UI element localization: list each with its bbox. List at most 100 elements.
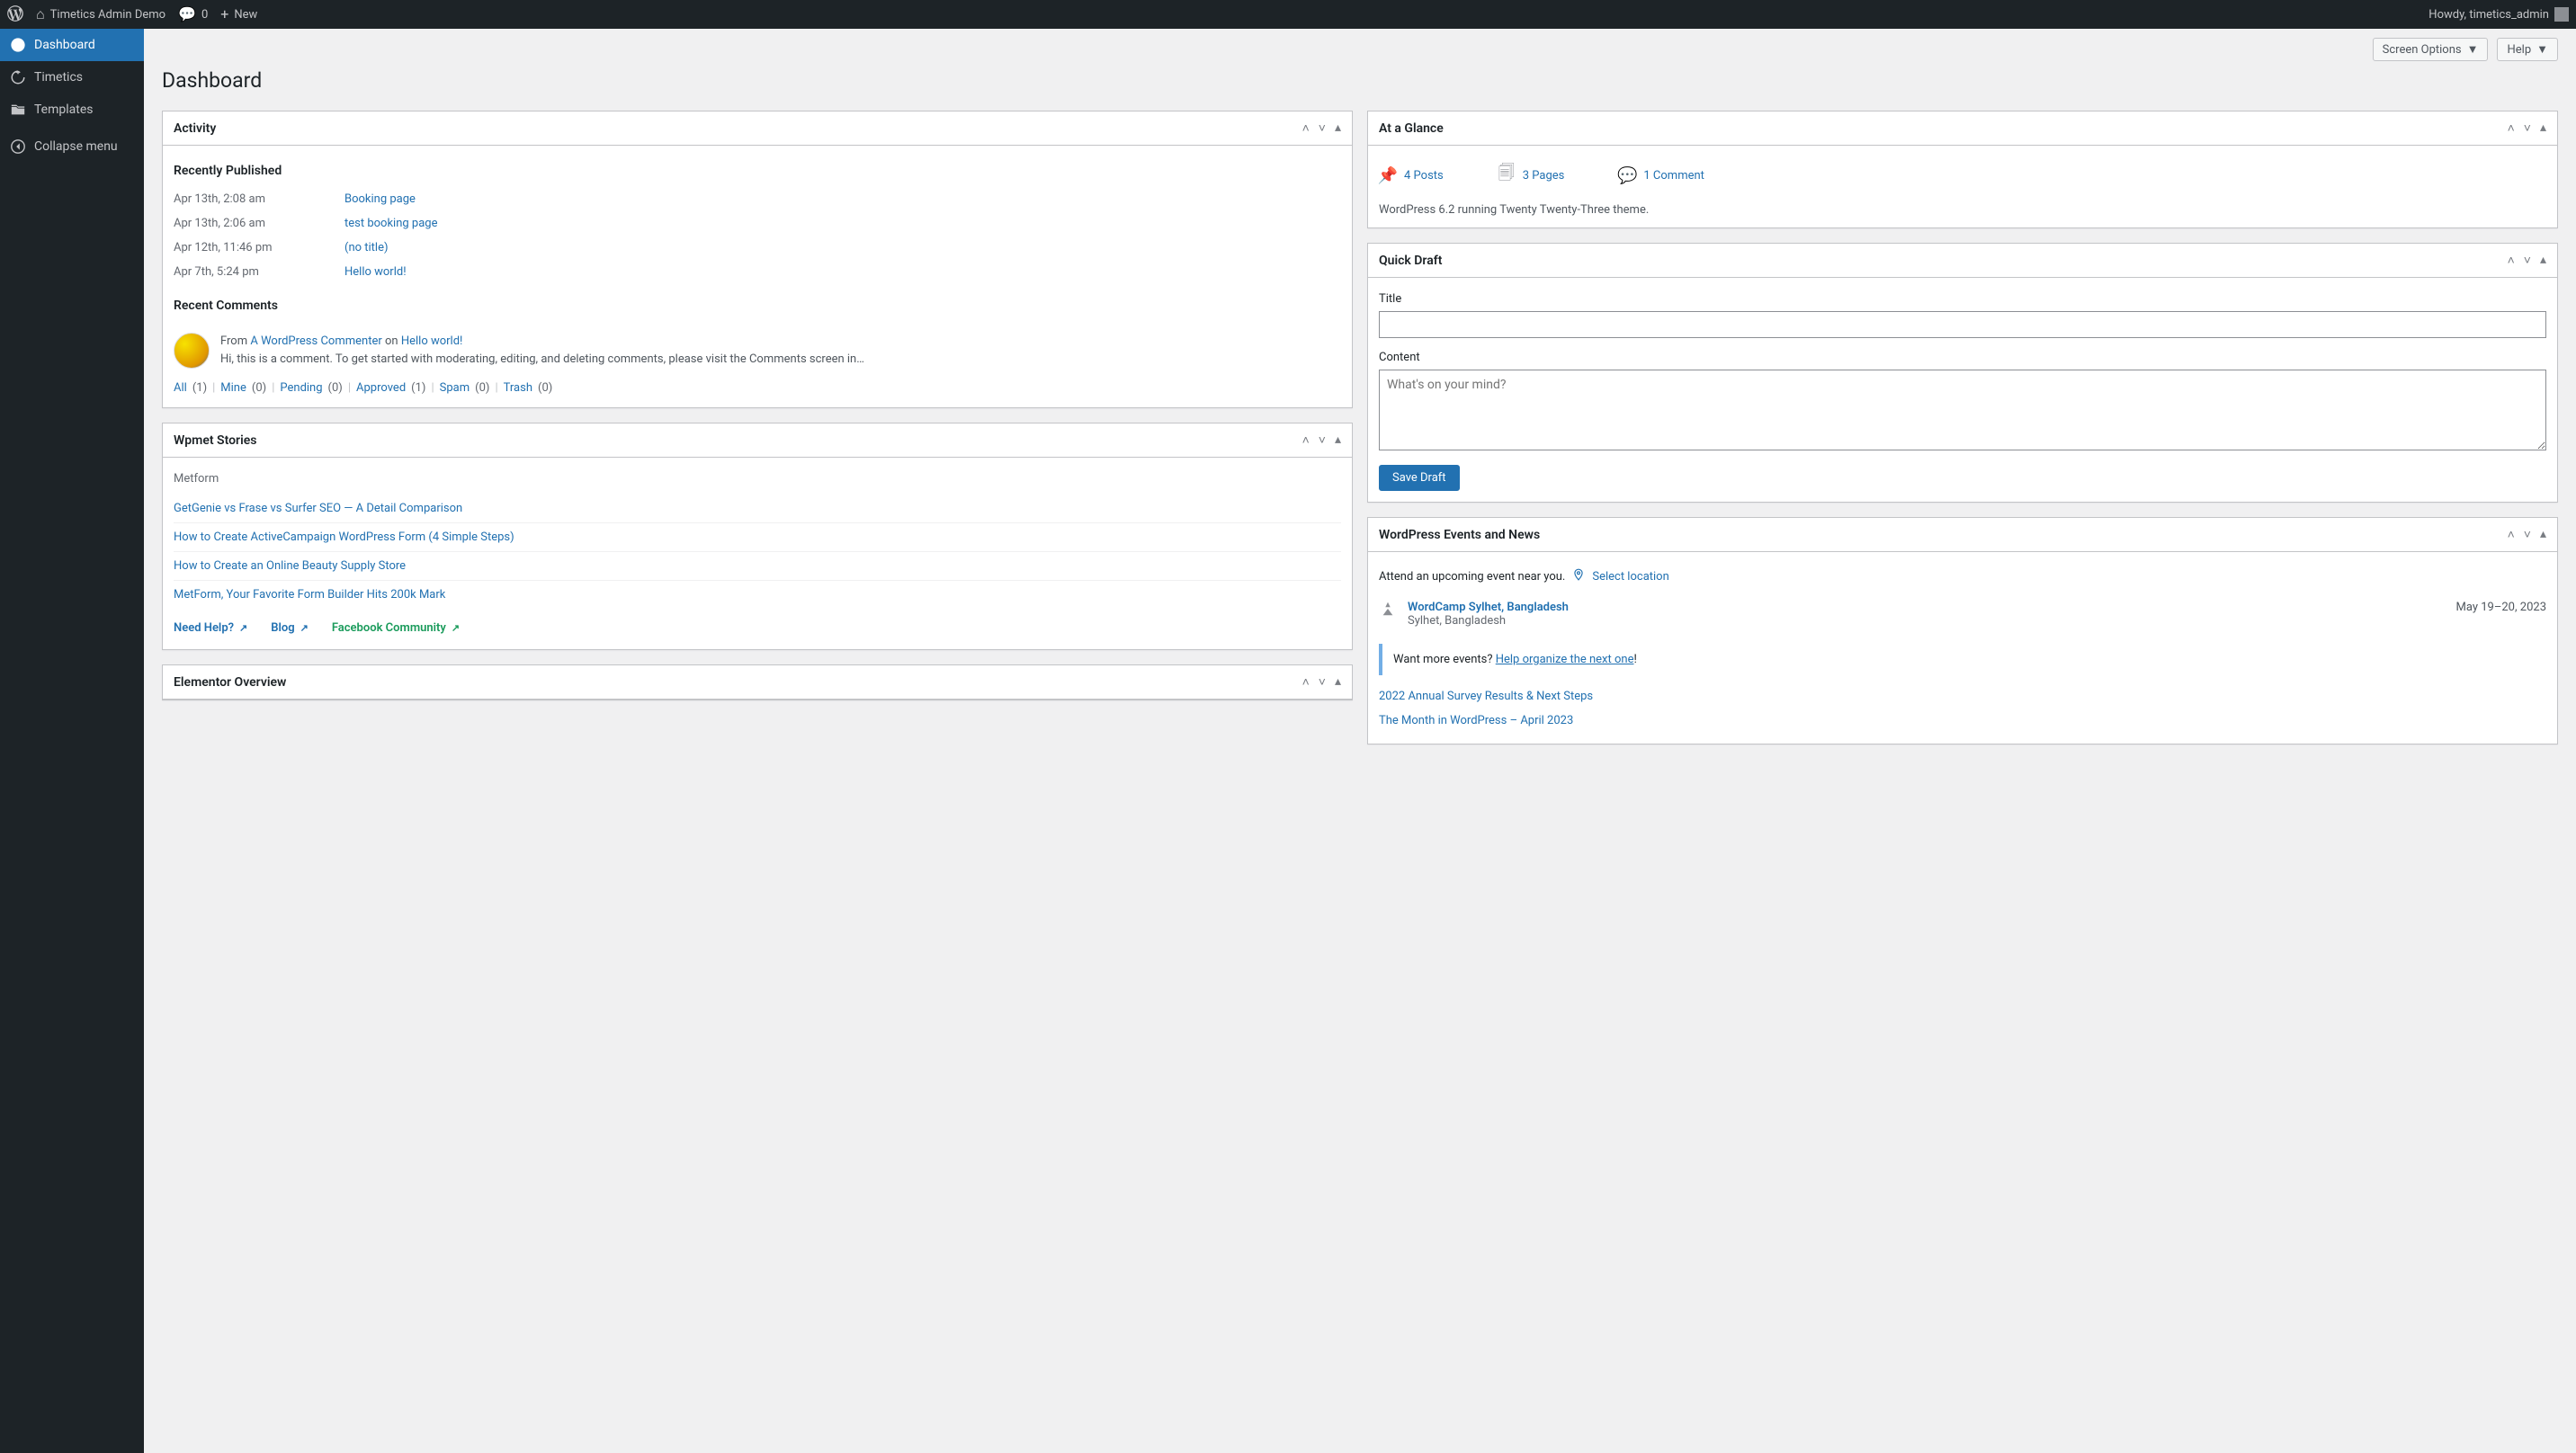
want-more-text: Want more events? [1393,653,1492,666]
filter-mine-count: (0) [252,381,266,395]
comment-count: 0 [201,8,208,22]
toggle-panel-icon[interactable]: ▴ [1335,432,1341,448]
comments-menu[interactable]: 💬 0 [178,7,208,22]
help-button[interactable]: Help ▼ [2497,38,2558,61]
filter-approved[interactable]: Approved [356,381,406,395]
filter-all[interactable]: All [174,381,187,395]
news-link[interactable]: The Month in WordPress – April 2023 [1379,709,2546,733]
toggle-panel-icon[interactable]: ▴ [2540,253,2546,268]
comment-excerpt: Hi, this is a comment. To get started wi… [220,352,864,366]
screen-options-button[interactable]: Screen Options ▼ [2373,38,2489,61]
page-title: Dashboard [162,68,2558,93]
wp-logo-menu[interactable] [7,5,23,24]
quickdraft-title: Quick Draft [1379,254,1442,268]
event-date: May 19–20, 2023 [2456,601,2546,614]
adminbar-right: Howdy, timetics_admin [2428,7,2569,22]
move-up-icon[interactable]: ˄ [1302,120,1310,136]
plus-icon: + [220,7,228,22]
filter-pending[interactable]: Pending [280,381,322,395]
sidebar-item-collapse[interactable]: Collapse menu [0,130,144,163]
sidebar-item-dashboard[interactable]: Dashboard [0,29,144,61]
story-link[interactable]: How to Create ActiveCampaign WordPress F… [174,522,1341,551]
new-content-menu[interactable]: + New [220,7,257,22]
user-menu[interactable]: Howdy, timetics_admin [2428,7,2569,22]
events-widget: WordPress Events and News ˄ ˅ ▴ Attend a… [1367,517,2558,744]
wordpress-icon [7,5,23,24]
filter-pending-count: (0) [328,381,343,395]
select-location-link[interactable]: Select location [1592,570,1668,584]
need-help-link[interactable]: Need Help? ↗ [174,621,247,635]
quickdraft-widget: Quick Draft ˄ ˅ ▴ Title Content Save Dra… [1367,243,2558,503]
post-link[interactable]: test booking page [344,217,437,230]
glance-pages-link[interactable]: 🗐 3 Pages [1498,162,1565,189]
move-down-icon[interactable]: ˅ [1319,120,1326,136]
recently-published-heading: Recently Published [174,164,1341,178]
story-link[interactable]: MetForm, Your Favorite Form Builder Hits… [174,580,1341,609]
chevron-down-icon: ▼ [2467,42,2479,57]
facebook-link[interactable]: Facebook Community ↗ [332,621,460,635]
save-draft-button[interactable]: Save Draft [1379,465,1460,491]
blog-link[interactable]: Blog ↗ [271,621,309,635]
move-down-icon[interactable]: ˅ [1319,674,1326,690]
toggle-panel-icon[interactable]: ▴ [2540,527,2546,542]
organize-link[interactable]: Help organize the next one [1496,653,1634,666]
filter-all-count: (1) [192,381,207,395]
move-down-icon[interactable]: ˅ [2524,120,2531,136]
move-up-icon[interactable]: ˄ [1302,432,1310,448]
filter-trash[interactable]: Trash [504,381,532,395]
toggle-panel-icon[interactable]: ▴ [1335,674,1341,690]
toggle-panel-icon[interactable]: ▴ [1335,120,1341,136]
page-icon: 🗐 [1498,162,1516,189]
events-near-row: Attend an upcoming event near you. Selec… [1379,563,2546,593]
comment-author-link[interactable]: A WordPress Commenter [250,334,381,348]
story-link[interactable]: GetGenie vs Frase vs Surfer SEO — A Deta… [174,495,1341,522]
wp-version: WordPress 6.2 running Twenty Twenty-Thre… [1379,198,2546,217]
move-down-icon[interactable]: ˅ [2524,527,2531,542]
move-up-icon[interactable]: ˄ [1302,674,1310,690]
move-down-icon[interactable]: ˅ [1319,432,1326,448]
story-link[interactable]: How to Create an Online Beauty Supply St… [174,551,1341,580]
dashboard-icon [9,36,27,54]
published-list: Apr 13th, 2:08 am Booking page Apr 13th,… [174,187,1341,284]
toggle-panel-icon[interactable]: ▴ [2540,120,2546,136]
wpmet-category: Metform [174,468,1341,495]
activity-title: Activity [174,121,216,136]
external-link-icon: ↗ [239,622,247,634]
story-list: GetGenie vs Frase vs Surfer SEO — A Deta… [174,495,1341,609]
content-label: Content [1379,351,2546,364]
external-link-icon: ↗ [452,622,460,634]
draft-content-textarea[interactable] [1379,370,2546,450]
comment-filters: All (1) | Mine (0) | Pending (0) | Appro… [174,372,1341,397]
filter-mine[interactable]: Mine [220,381,246,395]
greeting: Howdy, timetics_admin [2428,8,2549,22]
post-link[interactable]: Hello world! [344,265,407,279]
comment-post-link[interactable]: Hello world! [401,334,463,348]
draft-title-input[interactable] [1379,311,2546,338]
glance-comments-link[interactable]: 💬 1 Comment [1618,166,1704,185]
event-location: Sylhet, Bangladesh [1408,614,1506,628]
sidebar-item-timetics[interactable]: Timetics [0,61,144,94]
move-up-icon[interactable]: ˄ [2508,527,2515,542]
glance-widget: At a Glance ˄ ˅ ▴ 📌 4 Posts [1367,111,2558,228]
glance-posts-link[interactable]: 📌 4 Posts [1379,166,1444,185]
sidebar-item-label: Collapse menu [34,139,118,154]
site-name-menu[interactable]: ⌂ Timetics Admin Demo [36,7,165,22]
filter-spam[interactable]: Spam [440,381,470,395]
sidebar-item-label: Templates [34,103,94,117]
move-down-icon[interactable]: ˅ [2524,253,2531,268]
sidebar-item-label: Timetics [34,70,83,85]
move-up-icon[interactable]: ˄ [2508,120,2515,136]
news-link[interactable]: 2022 Annual Survey Results & Next Steps [1379,684,2546,709]
published-item: Apr 7th, 5:24 pm Hello world! [174,260,1341,284]
admin-sidebar: Dashboard Timetics Templates Collapse me… [0,29,144,1453]
adminbar-left: ⌂ Timetics Admin Demo 💬 0 + New [7,5,257,24]
event-name-link[interactable]: WordCamp Sylhet, Bangladesh [1408,601,1569,614]
sidebar-item-templates[interactable]: Templates [0,94,144,126]
filter-trash-count: (0) [538,381,552,395]
post-link[interactable]: Booking page [344,192,416,206]
activity-widget: Activity ˄ ˅ ▴ Recently Published Apr 13… [162,111,1353,408]
comment-on-label: on [385,334,398,348]
move-up-icon[interactable]: ˄ [2508,253,2515,268]
post-link[interactable]: (no title) [344,241,389,254]
comment-item: From A WordPress Commenter on Hello worl… [174,322,1341,372]
